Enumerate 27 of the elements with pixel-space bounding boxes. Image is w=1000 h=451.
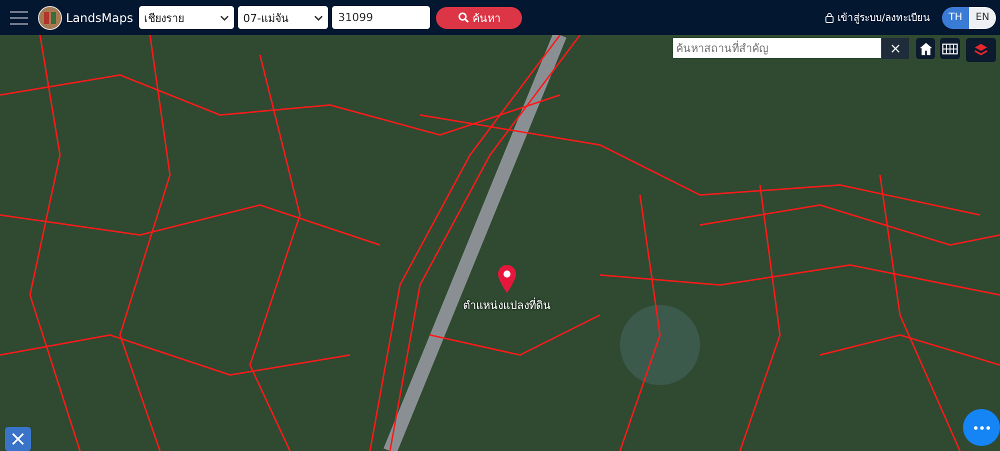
language-option[interactable]: EN xyxy=(969,6,996,28)
location-pin-icon xyxy=(497,264,517,294)
parcel-number-field[interactable]: 31099 xyxy=(332,6,430,29)
more-options-button[interactable] xyxy=(963,409,1000,446)
place-search-field[interactable]: ค้นหาสถานที่สำคัญ xyxy=(673,38,881,58)
clear-button[interactable]: × xyxy=(882,38,909,59)
menu-icon[interactable] xyxy=(10,10,28,24)
grid-icon xyxy=(942,42,958,56)
layers-icon xyxy=(973,43,989,57)
chevron-down-icon xyxy=(220,14,230,20)
province-dropdown[interactable]: เชียงราย xyxy=(139,6,234,29)
layers-button[interactable] xyxy=(966,38,996,62)
lock-icon xyxy=(824,12,834,23)
search-icon xyxy=(458,12,469,23)
house-icon xyxy=(918,42,934,56)
district-dropdown[interactable]: 07-แม่จัน xyxy=(238,6,328,29)
login-register-link[interactable]: เข้าสู่ระบบ/ลงทะเบียน xyxy=(838,10,930,25)
emblem-logo-icon xyxy=(38,6,62,30)
grid-button[interactable] xyxy=(940,38,960,59)
more-icon xyxy=(974,426,990,430)
search-button[interactable]: ค้นหา xyxy=(436,6,522,28)
chevron-down-icon xyxy=(314,14,324,20)
language-option[interactable]: TH xyxy=(942,6,969,28)
logo-text: LandsMaps xyxy=(66,10,134,24)
home-button[interactable] xyxy=(916,38,935,59)
pin-label: ตำแหน่งแปลงที่ดิน xyxy=(463,296,551,314)
drawing-tools-button[interactable] xyxy=(5,427,31,451)
